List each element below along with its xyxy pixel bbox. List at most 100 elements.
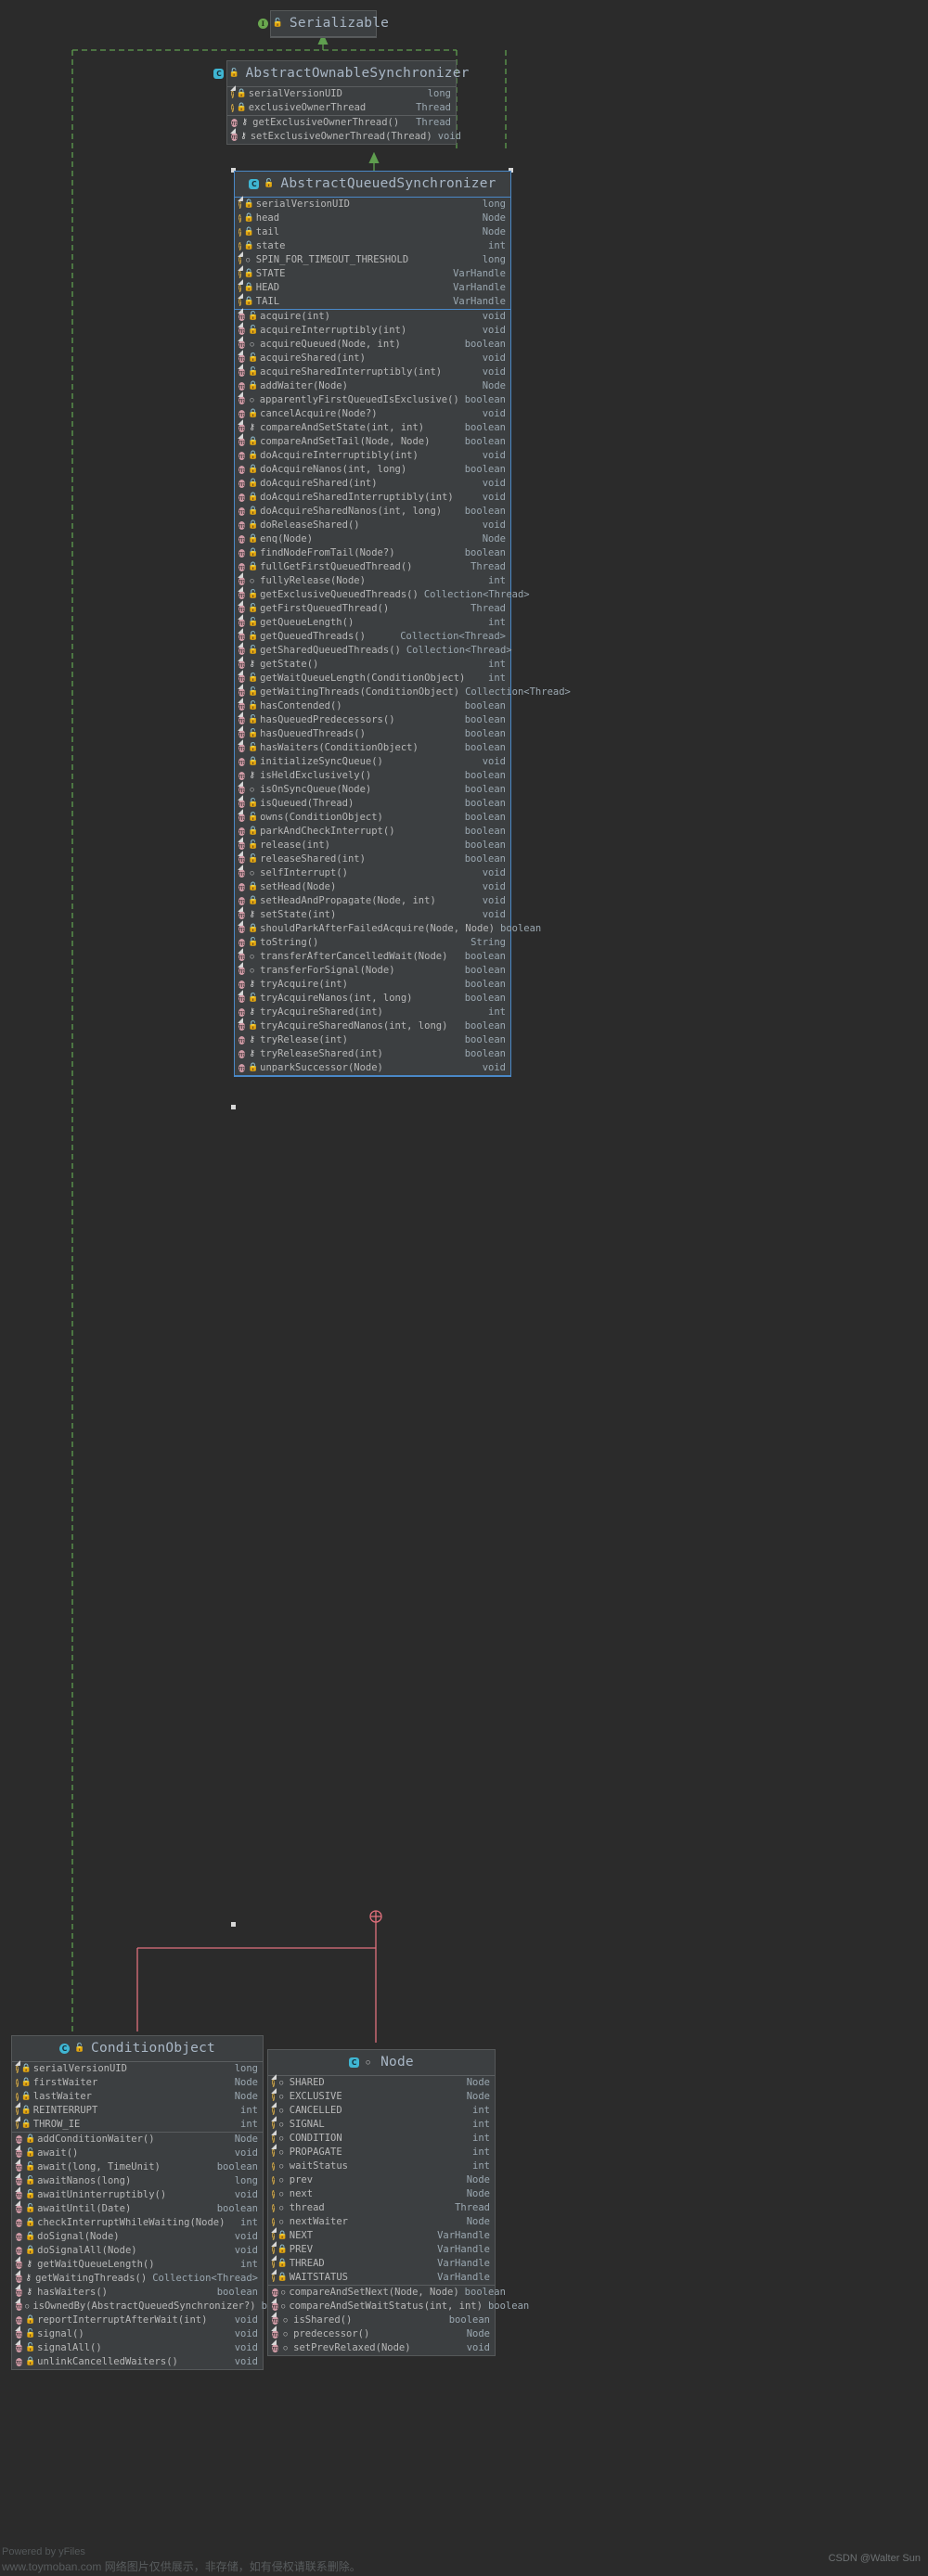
member-row[interactable]: m signal() void xyxy=(12,2327,263,2341)
member-row[interactable]: m releaseShared(int) boolean xyxy=(235,852,510,866)
member-row[interactable]: f PREV VarHandle xyxy=(268,2243,495,2257)
member-row[interactable]: f REINTERRUPT int xyxy=(12,2104,263,2118)
member-row[interactable]: m tryAcquireShared(int) int xyxy=(235,1006,510,1019)
member-row[interactable]: m toString() String xyxy=(235,936,510,950)
member-row[interactable]: m getExclusiveOwnerThread() Thread xyxy=(227,116,456,130)
member-row[interactable]: m getFirstQueuedThread() Thread xyxy=(235,602,510,616)
member-row[interactable]: m reportInterruptAfterWait(int) void xyxy=(12,2313,263,2327)
member-row[interactable]: m hasQueuedPredecessors() boolean xyxy=(235,713,510,727)
member-row[interactable]: m getWaitingThreads(ConditionObject) Colle… xyxy=(235,686,571,699)
member-row[interactable]: f EXCLUSIVE Node xyxy=(268,2090,495,2104)
member-row[interactable]: m tryAcquireNanos(int, long) boolean xyxy=(235,992,510,1006)
member-row[interactable]: m getQueueLength() int xyxy=(235,616,510,630)
member-row[interactable]: m transferForSignal(Node) boolean xyxy=(235,964,510,978)
member-row[interactable]: m getWaitQueueLength() int xyxy=(12,2258,263,2272)
member-row[interactable]: m doSignalAll(Node) void xyxy=(12,2244,263,2258)
member-row[interactable]: f prev Node xyxy=(268,2173,495,2187)
member-row[interactable]: f tail Node xyxy=(235,225,510,239)
member-row[interactable]: m setHeadAndPropagate(Node, int) void xyxy=(235,894,510,908)
member-row[interactable]: m doAcquireShared(int) void xyxy=(235,477,510,491)
class-box-node[interactable]: C Node f SHARED Node f EXCLUSIVE Node f CANCELL… xyxy=(267,2049,529,2356)
member-row[interactable]: m doReleaseShared() void xyxy=(235,519,510,532)
member-row[interactable]: f HEAD VarHandle xyxy=(235,281,510,295)
member-row[interactable]: f WAITSTATUS VarHandle xyxy=(268,2271,495,2285)
member-row[interactable]: m setState(int) void xyxy=(235,908,510,922)
member-row[interactable]: f next Node xyxy=(268,2187,495,2201)
member-row[interactable]: m unparkSuccessor(Node) void xyxy=(235,1061,510,1075)
member-row[interactable]: m doSignal(Node) void xyxy=(12,2230,263,2244)
member-row[interactable]: m getWaitQueueLength(ConditionObject) int xyxy=(235,672,510,686)
member-row[interactable]: m doAcquireInterruptibly(int) void xyxy=(235,449,510,463)
member-row[interactable]: f STATE VarHandle xyxy=(235,267,510,281)
member-row[interactable]: m isShared() boolean xyxy=(268,2313,495,2327)
member-row[interactable]: m getState() int xyxy=(235,658,510,672)
member-row[interactable]: m doAcquireSharedInterruptibly(int) void xyxy=(235,491,510,505)
member-row[interactable]: f NEXT VarHandle xyxy=(268,2229,495,2243)
member-row[interactable]: f firstWaiter Node xyxy=(12,2076,263,2090)
member-row[interactable]: m tryReleaseShared(int) boolean xyxy=(235,1047,510,1061)
member-row[interactable]: misOwnedBy(AbstractQueuedSynchronizer?)b… xyxy=(12,2300,303,2313)
member-row[interactable]: f waitStatus int xyxy=(268,2159,495,2173)
member-row[interactable]: m tryAcquire(int) boolean xyxy=(235,978,510,992)
member-row[interactable]: f CONDITION int xyxy=(268,2132,495,2146)
member-row[interactable]: m getSharedQueuedThreads() Collection<Thre… xyxy=(235,644,512,658)
member-row[interactable]: f SIGNAL int xyxy=(268,2118,495,2132)
member-row[interactable]: m fullyRelease(Node) int xyxy=(235,574,510,588)
member-row[interactable]: m hasWaiters() boolean xyxy=(12,2286,263,2300)
member-row[interactable]: f THROW_IE int xyxy=(12,2118,263,2132)
member-row[interactable]: m isOnSyncQueue(Node) boolean xyxy=(235,783,510,797)
member-row[interactable]: m acquireInterruptibly(int) void xyxy=(235,324,510,338)
member-row[interactable]: m compareAndSetNext(Node, Node) boolean xyxy=(268,2286,506,2300)
selection-handle-left[interactable] xyxy=(231,1105,236,1109)
member-row[interactable]: f SPIN_FOR_TIMEOUT_THRESHOLD long xyxy=(235,253,510,267)
member-row[interactable]: m awaitNanos(long) long xyxy=(12,2174,263,2188)
member-row[interactable]: f exclusiveOwnerThread Thread xyxy=(227,101,456,115)
member-row[interactable]: m compareAndSetWaitStatus(int, int) boolea… xyxy=(268,2300,529,2313)
member-row[interactable]: m tryRelease(int) boolean xyxy=(235,1033,510,1047)
member-row[interactable]: m acquireSharedInterruptibly(int) void xyxy=(235,365,510,379)
member-row[interactable]: m shouldParkAfterFailedAcquire(Node, Node… xyxy=(235,922,541,936)
member-row[interactable]: m getExclusiveQueuedThreads() Collection<T… xyxy=(235,588,530,602)
member-row[interactable]: m setExclusiveOwnerThread(Thread) void xyxy=(227,130,461,144)
member-row[interactable]: f thread Thread xyxy=(268,2201,495,2215)
member-row[interactable]: m owns(ConditionObject) boolean xyxy=(235,811,510,825)
member-row[interactable]: m acquireQueued(Node, int) boolean xyxy=(235,338,510,352)
member-row[interactable]: m initializeSyncQueue() void xyxy=(235,755,510,769)
member-row[interactable]: m apparentlyFirstQueuedIsExclusive() boole… xyxy=(235,393,510,407)
member-row[interactable]: f head Node xyxy=(235,211,510,225)
member-row[interactable]: m awaitUninterruptibly() void xyxy=(12,2188,263,2202)
member-row[interactable]: m acquireShared(int) void xyxy=(235,352,510,365)
member-row[interactable]: f serialVersionUID long xyxy=(235,198,510,211)
member-row[interactable]: m cancelAcquire(Node?) void xyxy=(235,407,510,421)
member-row[interactable]: f serialVersionUID long xyxy=(227,87,456,101)
member-row[interactable]: f lastWaiter Node xyxy=(12,2090,263,2104)
member-row[interactable]: m fullGetFirstQueuedThread() Thread xyxy=(235,560,510,574)
member-row[interactable]: m setPrevRelaxed(Node) void xyxy=(268,2341,495,2355)
member-row[interactable]: f state int xyxy=(235,239,510,253)
member-row[interactable]: m await(long, TimeUnit) boolean xyxy=(12,2160,263,2174)
member-row[interactable]: m compareAndSetTail(Node, Node) boolean xyxy=(235,435,510,449)
class-box-serializable[interactable]: I Serializable xyxy=(257,10,389,38)
class-box-abstract-ownable-synchronizer[interactable]: C AbstractOwnableSynchronizer f serialVer… xyxy=(213,60,469,145)
member-row[interactable]: m await() void xyxy=(12,2147,263,2160)
member-row[interactable]: f CANCELLED int xyxy=(268,2104,495,2118)
member-row[interactable]: f TAIL VarHandle xyxy=(235,295,510,309)
member-row[interactable]: m release(int) boolean xyxy=(235,839,510,852)
member-row[interactable]: m hasQueuedThreads() boolean xyxy=(235,727,510,741)
member-row[interactable]: m selfInterrupt() void xyxy=(235,866,510,880)
member-row[interactable]: m acquire(int) void xyxy=(235,310,510,324)
member-row[interactable]: m enq(Node) Node xyxy=(235,532,510,546)
member-row[interactable]: m findNodeFromTail(Node?) boolean xyxy=(235,546,510,560)
member-row[interactable]: m addWaiter(Node) Node xyxy=(235,379,510,393)
member-row[interactable]: m tryAcquireSharedNanos(int, long) boolean xyxy=(235,1019,510,1033)
member-row[interactable]: m doAcquireNanos(int, long) boolean xyxy=(235,463,510,477)
member-row[interactable]: m doAcquireSharedNanos(int, long) boolean xyxy=(235,505,510,519)
class-box-condition-object[interactable]: C ConditionObject fserialVersionUIDlongf… xyxy=(11,2035,303,2370)
member-row[interactable]: m compareAndSetState(int, int) boolean xyxy=(235,421,510,435)
member-row[interactable]: m isQueued(Thread) boolean xyxy=(235,797,510,811)
member-row[interactable]: m isHeldExclusively() boolean xyxy=(235,769,510,783)
member-row[interactable]: f serialVersionUID long xyxy=(12,2062,263,2076)
member-row[interactable]: m parkAndCheckInterrupt() boolean xyxy=(235,825,510,839)
member-row[interactable]: m getWaitingThreads() Collection<Thread> xyxy=(12,2272,263,2286)
member-row[interactable]: m signalAll() void xyxy=(12,2341,263,2355)
